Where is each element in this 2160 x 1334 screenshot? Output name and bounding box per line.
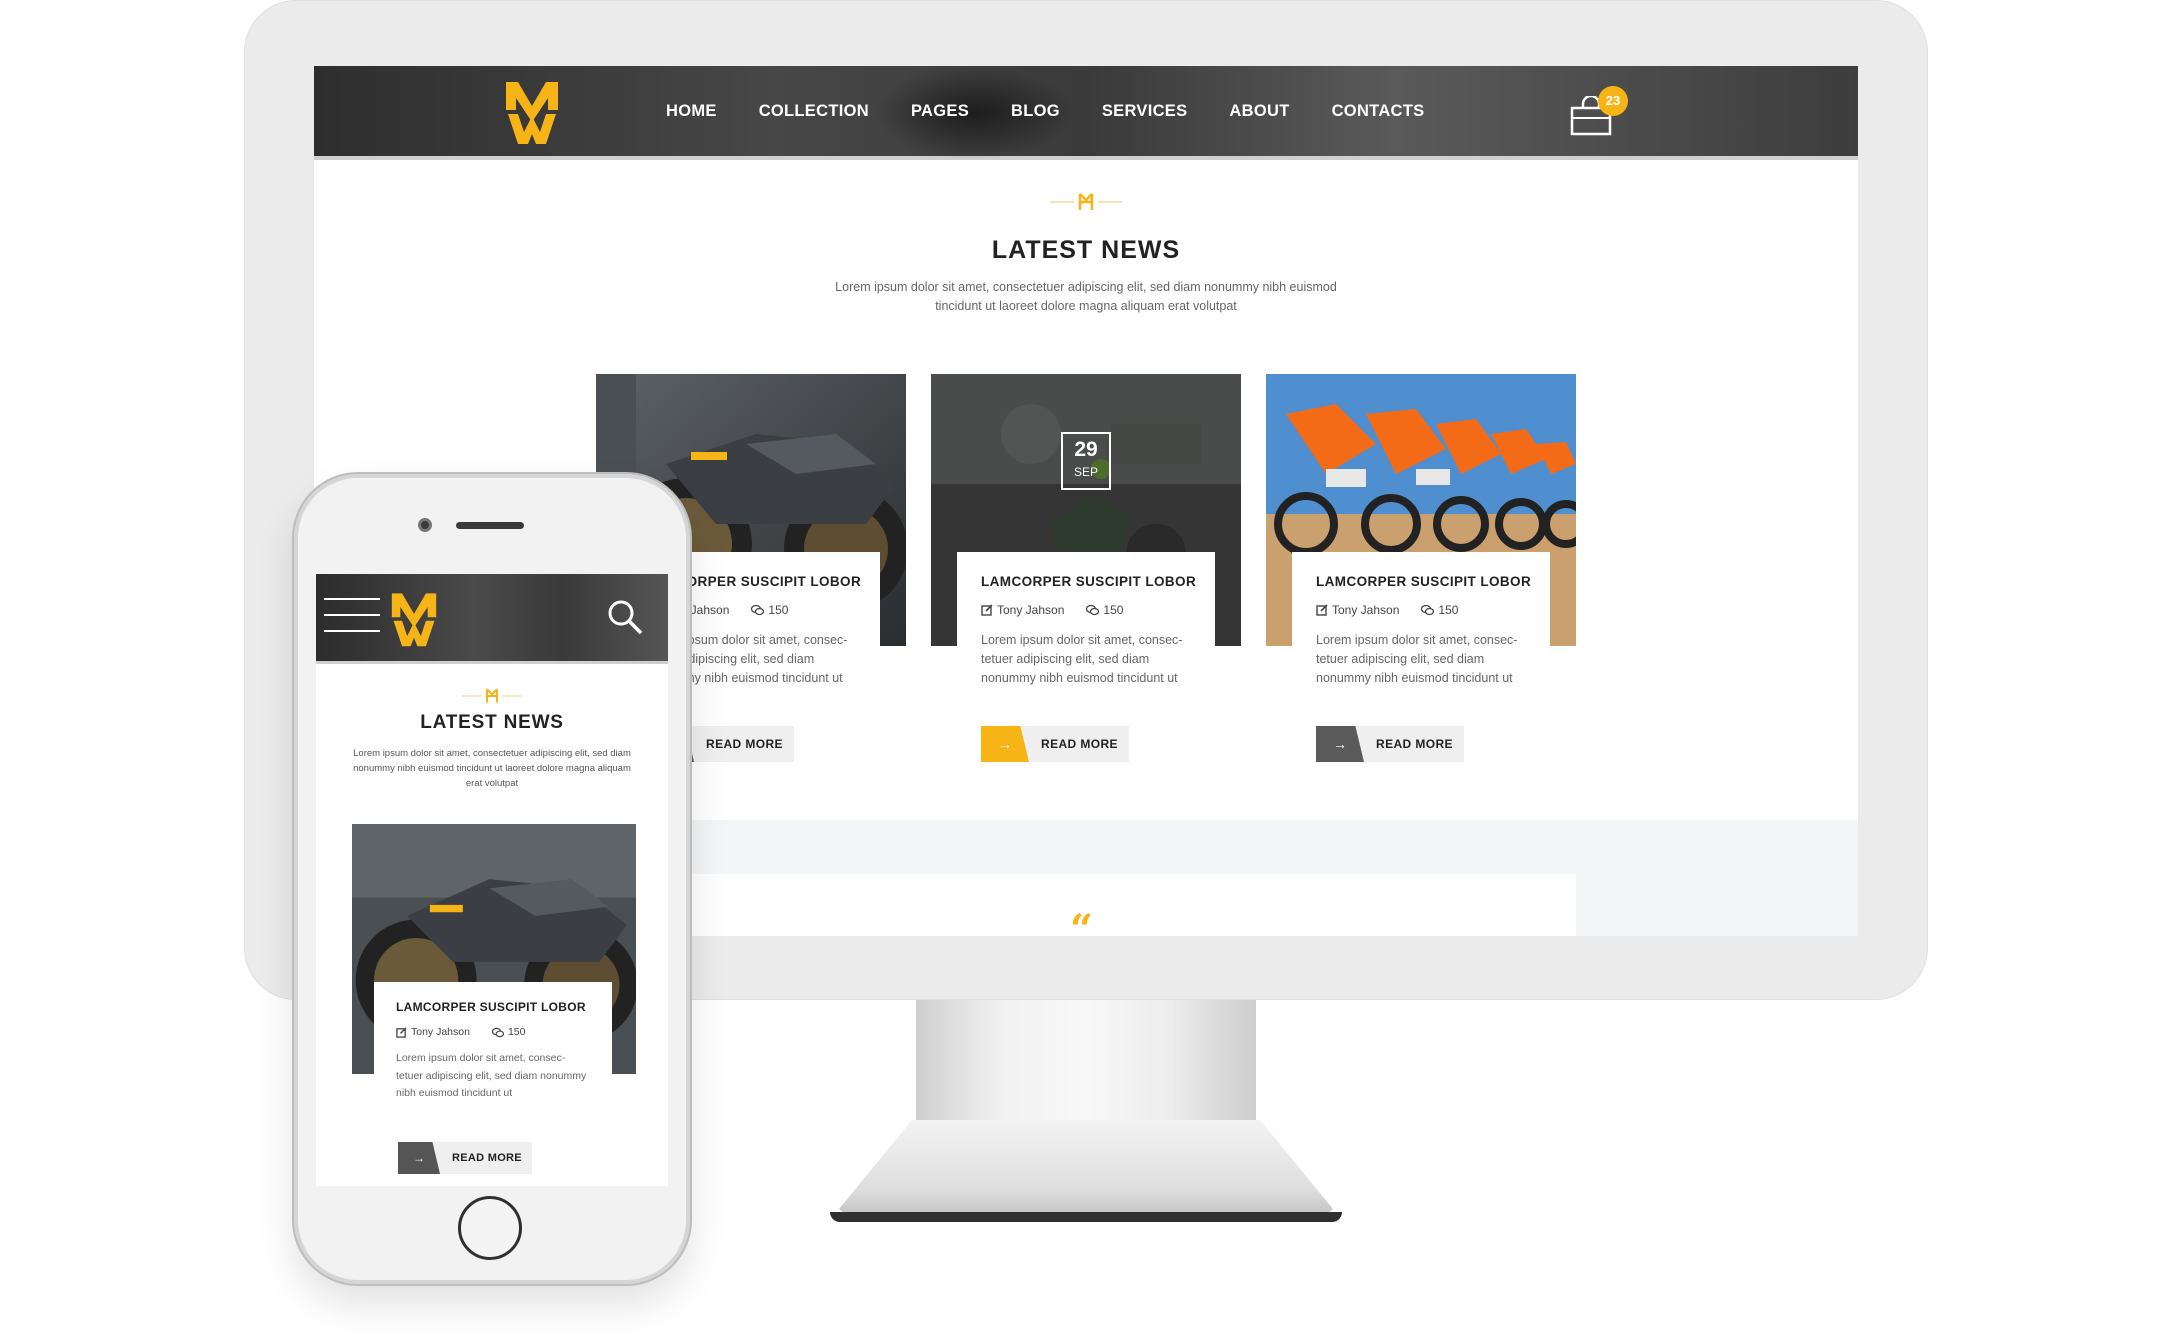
phone-speaker bbox=[456, 522, 524, 529]
edit-icon bbox=[396, 1026, 407, 1038]
mobile-screen: LATEST NEWS Lorem ipsum dolor sit amet, … bbox=[316, 574, 668, 1186]
cart-count-badge: 23 bbox=[1598, 86, 1628, 116]
comments-icon bbox=[751, 604, 765, 616]
phone-home-button[interactable] bbox=[458, 1196, 522, 1260]
section-ornament-icon bbox=[462, 688, 522, 703]
mw-logo-icon[interactable] bbox=[504, 78, 560, 146]
read-more-button[interactable]: → READ MORE bbox=[1316, 726, 1464, 762]
comments-icon bbox=[491, 1027, 504, 1037]
comments-count[interactable]: 150 bbox=[508, 1026, 526, 1038]
nav-item-pages[interactable]: PAGES bbox=[911, 102, 969, 121]
read-more-label: READ MORE bbox=[1041, 737, 1118, 751]
nav-item-home[interactable]: HOME bbox=[666, 102, 717, 121]
comments-icon bbox=[1421, 604, 1435, 616]
comments-meta: 150 bbox=[491, 1026, 526, 1038]
section-subtitle: Lorem ipsum dolor sit amet, consectetuer… bbox=[826, 278, 1346, 316]
news-card-excerpt: Lorem ipsum dolor sit amet, consec-tetue… bbox=[396, 1052, 587, 1099]
author-meta: Tony Jahson bbox=[1316, 603, 1399, 617]
nav-item-services[interactable]: SERVICES bbox=[1102, 102, 1188, 121]
read-more-button[interactable]: → READ MORE bbox=[981, 726, 1129, 762]
section-ornament-icon bbox=[1050, 193, 1122, 210]
section-subtitle-line: tincidunt ut laoreet dolore magna aliqua… bbox=[935, 299, 1237, 313]
news-card-title[interactable]: LAMCORPER SUSCIPIT LOBOR bbox=[981, 574, 1196, 589]
date-month: SEP bbox=[1073, 465, 1098, 479]
nav-item-blog[interactable]: BLOG bbox=[1011, 102, 1060, 121]
news-card-title[interactable]: LAMCORPER SUSCIPIT LOBOR bbox=[1316, 574, 1531, 589]
nav-item-about[interactable]: ABOUT bbox=[1229, 102, 1289, 121]
arrow-right-icon: → bbox=[398, 1142, 440, 1174]
monitor-stand-base bbox=[830, 1120, 1342, 1220]
news-card-meta: Tony Jahson 150 bbox=[396, 1026, 590, 1038]
comments-icon bbox=[1086, 604, 1100, 616]
news-card-title[interactable]: LAMCORPER SUSCIPIT LOBOR bbox=[396, 1000, 590, 1014]
edit-icon bbox=[1316, 604, 1328, 616]
read-more-button[interactable]: → READ MORE bbox=[398, 1142, 532, 1174]
section-subtitle: Lorem ipsum dolor sit amet, consectetuer… bbox=[353, 748, 631, 789]
date-day: 29 bbox=[1074, 438, 1098, 461]
news-card-body: LAMCORPER SUSCIPIT LOBOR Tony Jahson 150… bbox=[1292, 552, 1550, 762]
author-name[interactable]: Tony Jahson bbox=[997, 603, 1064, 617]
read-more-label: READ MORE bbox=[706, 737, 783, 751]
arrow-right-icon: → bbox=[1316, 726, 1364, 762]
mobile-phone: LATEST NEWS Lorem ipsum dolor sit amet, … bbox=[294, 474, 690, 1284]
comments-count[interactable]: 150 bbox=[768, 603, 788, 617]
news-card: 29 SEP LAMCORPER SUSCIPIT LOBOR Tony Jah… bbox=[931, 374, 1241, 768]
edit-icon bbox=[981, 604, 993, 616]
phone-camera bbox=[418, 518, 432, 532]
search-icon[interactable] bbox=[606, 598, 644, 636]
author-meta: Tony Jahson bbox=[981, 603, 1064, 617]
comments-meta: 150 bbox=[1421, 603, 1458, 617]
comments-meta: 150 bbox=[1086, 603, 1123, 617]
comments-count[interactable]: 150 bbox=[1438, 603, 1458, 617]
read-more-label: READ MORE bbox=[1376, 737, 1453, 751]
section-title: LATEST NEWS bbox=[420, 712, 564, 733]
main-nav: HOME COLLECTION PAGES BLOG SERVICES ABOU… bbox=[666, 102, 1424, 121]
arrow-right-icon: → bbox=[981, 726, 1029, 762]
comments-count[interactable]: 150 bbox=[1103, 603, 1123, 617]
read-more-label: READ MORE bbox=[452, 1152, 522, 1164]
hamburger-icon[interactable] bbox=[324, 598, 380, 638]
news-card-meta: Tony Jahson 150 bbox=[1316, 603, 1526, 617]
monitor-stand-foot bbox=[830, 1212, 1342, 1222]
nav-item-contacts[interactable]: CONTACTS bbox=[1332, 102, 1425, 121]
news-card-meta: Tony Jahson 150 bbox=[981, 603, 1191, 617]
author-meta: Tony Jahson bbox=[396, 1026, 470, 1038]
author-name[interactable]: Tony Jahson bbox=[1332, 603, 1399, 617]
section-subtitle-line: Lorem ipsum dolor sit amet, consectetuer… bbox=[835, 280, 1337, 294]
news-card-excerpt: Lorem ipsum dolor sit amet, consec-tetue… bbox=[1316, 633, 1518, 685]
quote-icon: “ bbox=[1070, 906, 1094, 936]
news-card-body: LAMCORPER SUSCIPIT LOBOR Tony Jahson 150… bbox=[374, 982, 612, 1182]
nav-item-collection[interactable]: COLLECTION bbox=[759, 102, 869, 121]
news-card: LAMCORPER SUSCIPIT LOBOR Tony Jahson 150… bbox=[1266, 374, 1576, 768]
section-title: LATEST NEWS bbox=[991, 236, 1181, 264]
mw-logo-icon[interactable] bbox=[390, 590, 438, 648]
news-card-body: LAMCORPER SUSCIPIT LOBOR Tony Jahson 150… bbox=[957, 552, 1215, 762]
news-card-excerpt: Lorem ipsum dolor sit amet, consec-tetue… bbox=[981, 633, 1183, 685]
site-header: HOME COLLECTION PAGES BLOG SERVICES ABOU… bbox=[314, 66, 1858, 160]
comments-meta: 150 bbox=[751, 603, 788, 617]
mobile-header bbox=[316, 574, 668, 664]
date-badge: 29 SEP bbox=[1061, 432, 1111, 490]
author-name[interactable]: Tony Jahson bbox=[411, 1026, 470, 1038]
